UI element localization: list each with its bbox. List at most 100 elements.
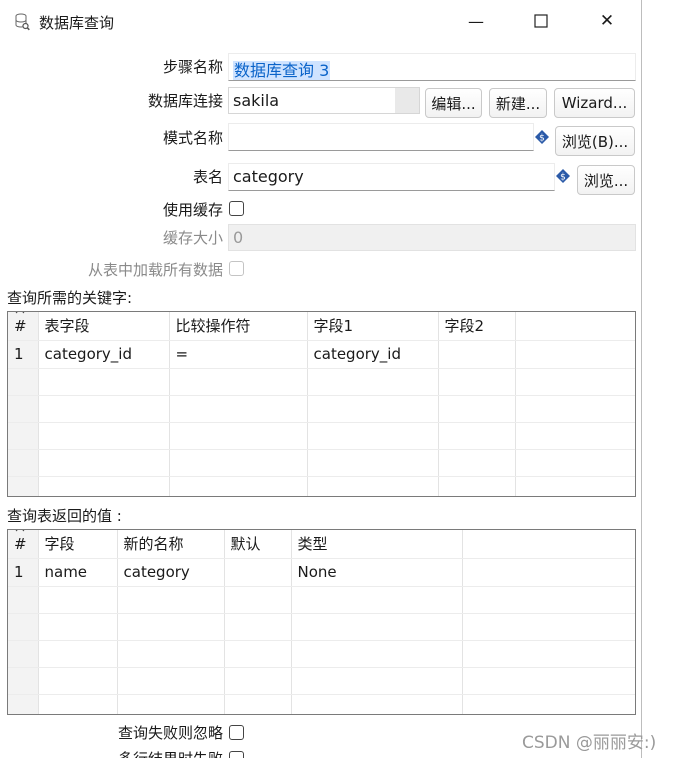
table-row[interactable] <box>8 694 635 714</box>
column-header[interactable] <box>462 530 635 559</box>
table-cell[interactable] <box>515 368 635 396</box>
table-cell[interactable] <box>117 640 225 668</box>
minimize-button[interactable]: — <box>453 6 499 36</box>
table-cell[interactable] <box>438 395 516 423</box>
table-row[interactable] <box>8 449 635 477</box>
table-row[interactable] <box>8 586 635 614</box>
table-cell[interactable]: = <box>169 340 308 369</box>
table-cell[interactable] <box>224 640 292 668</box>
table-cell[interactable] <box>38 694 118 714</box>
close-button[interactable]: ✕ <box>584 6 630 36</box>
table-cell[interactable] <box>38 613 118 641</box>
table-cell[interactable] <box>462 667 635 695</box>
table-cell[interactable] <box>291 613 463 641</box>
table-cell[interactable] <box>515 476 635 496</box>
table-row[interactable]: 1 category_id = category_id <box>8 340 635 369</box>
table-cell[interactable] <box>169 449 308 477</box>
table-cell[interactable] <box>117 694 225 714</box>
table-cell[interactable] <box>117 667 225 695</box>
table-cell[interactable] <box>307 395 439 423</box>
table-cell[interactable] <box>462 586 635 614</box>
table-row[interactable]: 1 name category None <box>8 558 635 587</box>
table-cell[interactable] <box>224 694 292 714</box>
table-cell[interactable] <box>169 395 308 423</box>
table-cell[interactable] <box>515 395 635 423</box>
column-header[interactable]: 默认 <box>224 530 292 559</box>
table-cell[interactable] <box>38 667 118 695</box>
use-cache-checkbox[interactable] <box>229 201 244 216</box>
table-cell[interactable] <box>38 395 170 423</box>
table-cell[interactable]: None <box>291 558 463 587</box>
column-header[interactable] <box>515 312 635 341</box>
table-cell[interactable] <box>515 422 635 450</box>
multi-result-checkbox[interactable] <box>229 751 244 758</box>
new-connection-button[interactable]: 新建... <box>489 88 547 118</box>
table-cell[interactable] <box>462 558 635 587</box>
edit-connection-button[interactable]: 编辑... <box>425 88 482 118</box>
table-cell[interactable] <box>117 586 225 614</box>
column-header[interactable]: 表字段 <box>38 312 170 341</box>
table-cell[interactable] <box>291 667 463 695</box>
table-cell[interactable] <box>38 368 170 396</box>
table-row[interactable] <box>8 640 635 668</box>
table-cell[interactable] <box>438 422 516 450</box>
table-row[interactable] <box>8 476 635 496</box>
column-header[interactable]: 比较操作符 <box>169 312 308 341</box>
table-cell[interactable] <box>462 640 635 668</box>
table-cell[interactable] <box>169 368 308 396</box>
table-row[interactable] <box>8 667 635 695</box>
wizard-button[interactable]: Wizard... <box>554 88 635 118</box>
column-header[interactable]: 字段1 <box>307 312 439 341</box>
table-cell[interactable] <box>515 340 635 369</box>
table-row[interactable] <box>8 395 635 423</box>
table-cell[interactable] <box>515 449 635 477</box>
table-cell[interactable] <box>169 476 308 496</box>
table-cell[interactable] <box>462 694 635 714</box>
table-cell[interactable] <box>291 586 463 614</box>
table-cell[interactable] <box>462 613 635 641</box>
schema-browse-button[interactable]: 浏览(B)... <box>555 126 635 156</box>
table-input[interactable]: category <box>228 163 555 191</box>
table-cell[interactable] <box>307 368 439 396</box>
table-cell[interactable]: category_id <box>38 340 170 369</box>
table-cell[interactable]: name <box>38 558 118 587</box>
table-row[interactable] <box>8 613 635 641</box>
table-cell[interactable] <box>38 586 118 614</box>
table-row[interactable] <box>8 422 635 450</box>
table-cell[interactable] <box>307 449 439 477</box>
table-cell[interactable] <box>224 586 292 614</box>
table-cell[interactable] <box>307 422 439 450</box>
table-cell[interactable] <box>291 640 463 668</box>
row-number-header[interactable]: # <box>8 312 39 341</box>
table-cell[interactable] <box>438 340 516 369</box>
column-header[interactable]: 字段 <box>38 530 118 559</box>
table-row[interactable] <box>8 368 635 396</box>
table-cell[interactable] <box>38 449 170 477</box>
table-cell[interactable] <box>38 476 170 496</box>
table-cell[interactable] <box>224 667 292 695</box>
table-cell[interactable] <box>438 449 516 477</box>
column-header[interactable]: 新的名称 <box>117 530 225 559</box>
table-cell[interactable]: category_id <box>307 340 439 369</box>
table-cell[interactable]: category <box>117 558 225 587</box>
table-cell[interactable] <box>438 476 516 496</box>
table-cell[interactable] <box>38 640 118 668</box>
row-number-header[interactable]: # <box>8 530 39 559</box>
table-cell[interactable] <box>224 613 292 641</box>
table-browse-button[interactable]: 浏览... <box>577 165 635 195</box>
table-cell[interactable] <box>117 613 225 641</box>
schema-input[interactable] <box>228 123 534 151</box>
maximize-button[interactable] <box>518 6 564 36</box>
column-header[interactable]: 类型 <box>291 530 463 559</box>
table-cell[interactable] <box>169 422 308 450</box>
table-cell[interactable] <box>38 422 170 450</box>
connection-select[interactable]: sakila <box>228 87 420 114</box>
step-name-input[interactable]: 数据库查询 3 <box>228 53 636 81</box>
table-cell[interactable] <box>438 368 516 396</box>
row-number-cell <box>8 449 39 477</box>
table-cell[interactable] <box>224 558 292 587</box>
table-cell[interactable] <box>291 694 463 714</box>
table-cell[interactable] <box>307 476 439 496</box>
column-header[interactable]: 字段2 <box>438 312 516 341</box>
fail-ignore-checkbox[interactable] <box>229 725 244 740</box>
